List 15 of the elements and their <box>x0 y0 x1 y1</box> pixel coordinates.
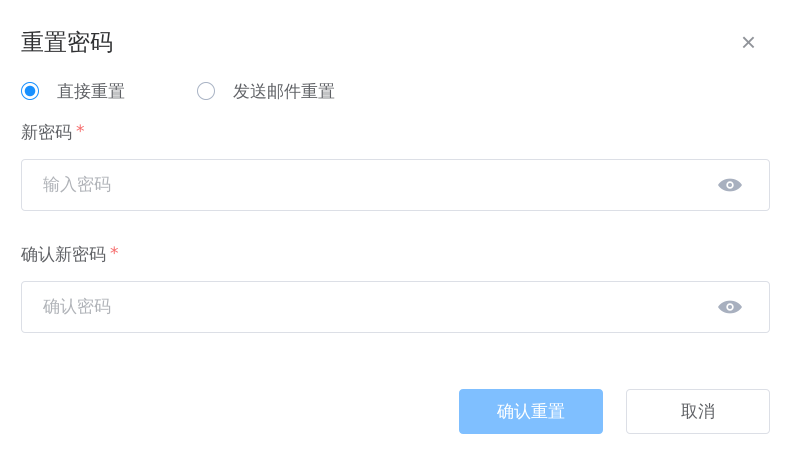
radio-option[interactable]: 直接重置 <box>21 80 125 102</box>
radio-option[interactable]: 发送邮件重置 <box>197 80 335 102</box>
field-label: 确认新密码 <box>21 244 106 266</box>
close-button[interactable]: × <box>740 29 770 55</box>
radio-icon[interactable] <box>21 82 39 100</box>
eye-icon[interactable] <box>718 300 742 314</box>
dialog-title: 重置密码 <box>21 28 113 58</box>
required-mark: * <box>110 244 118 264</box>
required-mark: * <box>76 122 84 142</box>
field-label: 新密码 <box>21 122 72 144</box>
radio-icon[interactable] <box>197 82 215 100</box>
password-field[interactable]: 输入密码 <box>21 159 770 211</box>
password-field[interactable]: 确认密码 <box>21 281 770 333</box>
eye-icon[interactable] <box>718 178 742 192</box>
cancel-button[interactable]: 取消 <box>626 389 770 434</box>
